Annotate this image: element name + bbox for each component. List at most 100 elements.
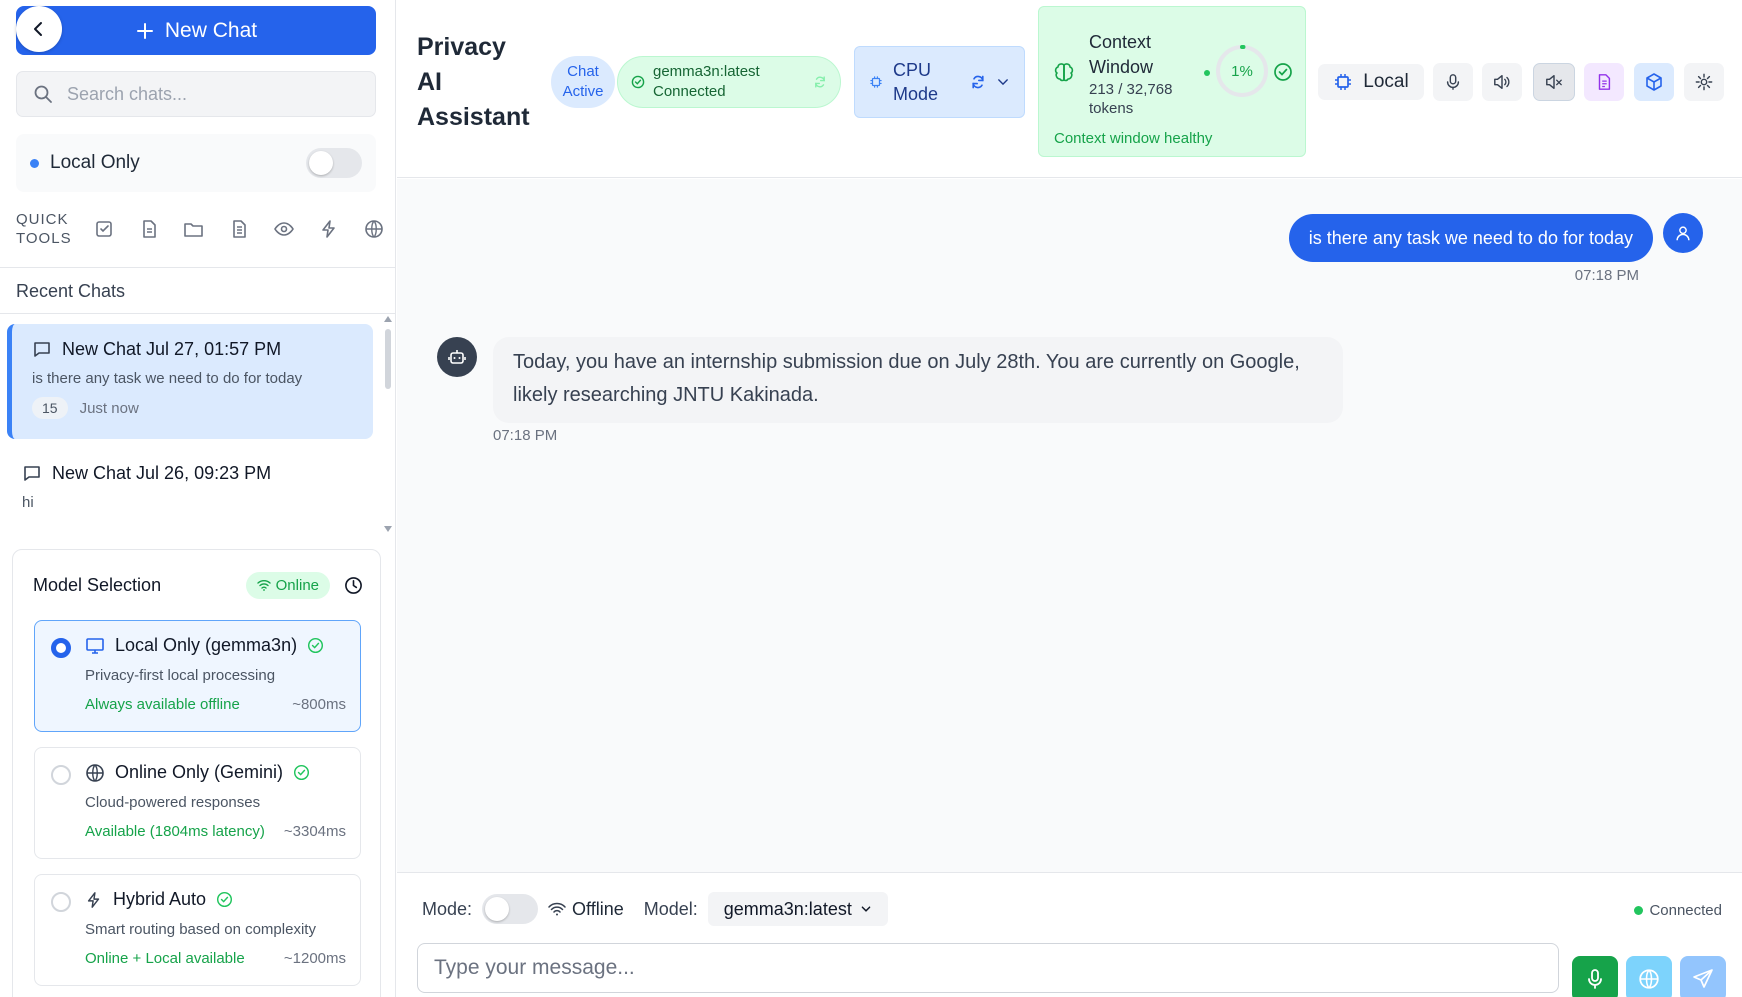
chat-item-title: New Chat Jul 27, 01:57 PM (62, 338, 282, 359)
check-circle-icon (217, 891, 233, 908)
chevron-down-icon (998, 79, 1008, 86)
user-message: is there any task we need to do for toda… (1288, 214, 1653, 262)
user-avatar (1663, 213, 1703, 253)
history-icon[interactable] (344, 576, 363, 595)
folder-icon[interactable] (172, 209, 217, 249)
wifi-icon (256, 580, 271, 591)
cpu-icon (1335, 74, 1352, 90)
connection-dot (1634, 906, 1644, 915)
online-status-badge: Online (245, 571, 330, 599)
cpu-mode-label: CPU Mode (893, 60, 939, 104)
model-option-latency: ~1200ms (283, 950, 346, 967)
model-option-desc: Smart routing based on complexity (85, 921, 316, 938)
eye-icon[interactable] (261, 209, 306, 249)
model-option-availability: Online + Local available (85, 950, 245, 967)
chat-item[interactable]: New Chat Jul 26, 09:23 PM hi (7, 448, 373, 531)
chat-item[interactable]: New Chat Jul 27, 01:57 PM is there any t… (7, 324, 373, 439)
search-chats (16, 71, 376, 117)
divider (0, 267, 395, 268)
model-option-availability: Always available offline (85, 696, 240, 713)
wifi-icon (548, 902, 566, 916)
quick-tools-label: QUICK TOOLS (16, 211, 72, 247)
sidebar: New Chat Local Only QUICK TOOLS (0, 0, 396, 997)
local-only-toggle[interactable] (306, 148, 362, 178)
model-radio[interactable] (51, 892, 71, 912)
plus-icon (136, 22, 153, 39)
model-option-name: Local Only (gemma3n) (115, 635, 298, 655)
checkbox-icon[interactable] (82, 209, 127, 249)
local-only-row: Local Only (16, 134, 376, 192)
quick-tools: QUICK TOOLS (16, 205, 395, 253)
input-bar: Mode: Offline Model: gemma3n:latest Conn… (397, 872, 1742, 997)
package-button[interactable] (1634, 63, 1674, 101)
refresh-icon[interactable] (970, 74, 986, 90)
refresh-icon[interactable] (813, 75, 827, 89)
chat-item-title: New Chat Jul 26, 09:23 PM (52, 462, 272, 483)
model-option-local[interactable]: Local Only (gemma3n) Privacy-first local… (34, 620, 361, 732)
voice-input-button[interactable] (1572, 956, 1618, 997)
speaker-button[interactable] (1482, 63, 1522, 101)
context-window-title: Context Window (1089, 32, 1154, 77)
globe-icon (86, 763, 104, 782)
web-search-button[interactable] (1626, 956, 1672, 997)
check-circle-icon (308, 637, 324, 654)
model-label: Model: (643, 898, 698, 919)
box-icon (1646, 73, 1662, 91)
send-icon (1693, 969, 1713, 988)
search-input[interactable] (67, 83, 347, 105)
collapse-sidebar-button[interactable] (16, 6, 62, 52)
check-circle-icon (631, 75, 645, 89)
chevron-left-icon (34, 22, 42, 36)
context-usage-percent: 1% (1231, 62, 1253, 80)
chevron-down-icon (861, 906, 871, 912)
message-input[interactable] (417, 943, 1559, 993)
globe-icon[interactable] (351, 209, 395, 249)
chat-item-preview: hi (22, 494, 34, 511)
lightning-icon[interactable] (306, 209, 351, 249)
search-icon (34, 85, 52, 103)
cpu-mode-dropdown[interactable]: CPU Mode (854, 46, 1025, 118)
chat-bubble-icon (34, 342, 50, 357)
mode-value: Offline (548, 899, 624, 920)
message-time: 07:18 PM (493, 427, 558, 444)
new-chat-button[interactable]: New Chat (16, 6, 376, 55)
volume-icon (1494, 74, 1510, 90)
model-selection-panel: Model Selection Online Local Only (gemma… (12, 549, 381, 997)
model-option-hybrid[interactable]: Hybrid Auto Smart routing based on compl… (34, 874, 361, 986)
microphone-button[interactable] (1433, 63, 1473, 101)
monitor-icon (86, 637, 104, 654)
bot-icon (448, 350, 466, 364)
mode-toggle[interactable] (482, 894, 539, 924)
chat-status-badge: Chat Active (551, 56, 615, 108)
mute-button[interactable] (1533, 63, 1575, 101)
microphone-icon (1588, 969, 1602, 989)
local-mode-button[interactable]: Local (1318, 64, 1424, 100)
document-icon (1598, 74, 1611, 90)
model-status-badge: gemma3n:latest Connected (617, 56, 841, 108)
model-option-availability: Available (1804ms latency) (85, 823, 265, 840)
context-token-count: 213 / 32,768 tokens (1089, 81, 1173, 117)
check-circle-icon (1274, 63, 1292, 81)
context-status-text: Context window healthy (1054, 130, 1213, 147)
message-time: 07:18 PM (1574, 267, 1639, 284)
chat-list-scrollbar[interactable] (383, 316, 393, 532)
model-select[interactable]: gemma3n:latest (707, 892, 888, 926)
model-radio[interactable] (51, 638, 71, 658)
model-option-online[interactable]: Online Only (Gemini) Cloud-powered respo… (34, 747, 361, 859)
model-connection-status: Connected (653, 83, 726, 100)
send-button[interactable] (1680, 956, 1726, 997)
file-text-icon[interactable] (216, 209, 261, 249)
brain-icon (1054, 63, 1074, 82)
app-title: Privacy AI Assistant (417, 33, 530, 131)
document-icon[interactable] (127, 209, 172, 249)
settings-button[interactable] (1684, 63, 1724, 101)
chat-item-time: Just now (79, 399, 139, 417)
local-mode-label: Local (1363, 71, 1409, 92)
model-radio[interactable] (51, 765, 71, 785)
model-option-name: Hybrid Auto (113, 889, 207, 909)
context-status-dot (1204, 70, 1210, 76)
document-button[interactable] (1584, 63, 1624, 101)
connection-status: Connected (1634, 902, 1722, 919)
chat-messages: is there any task we need to do for toda… (397, 179, 1742, 872)
model-option-name: Online Only (Gemini) (115, 762, 284, 782)
